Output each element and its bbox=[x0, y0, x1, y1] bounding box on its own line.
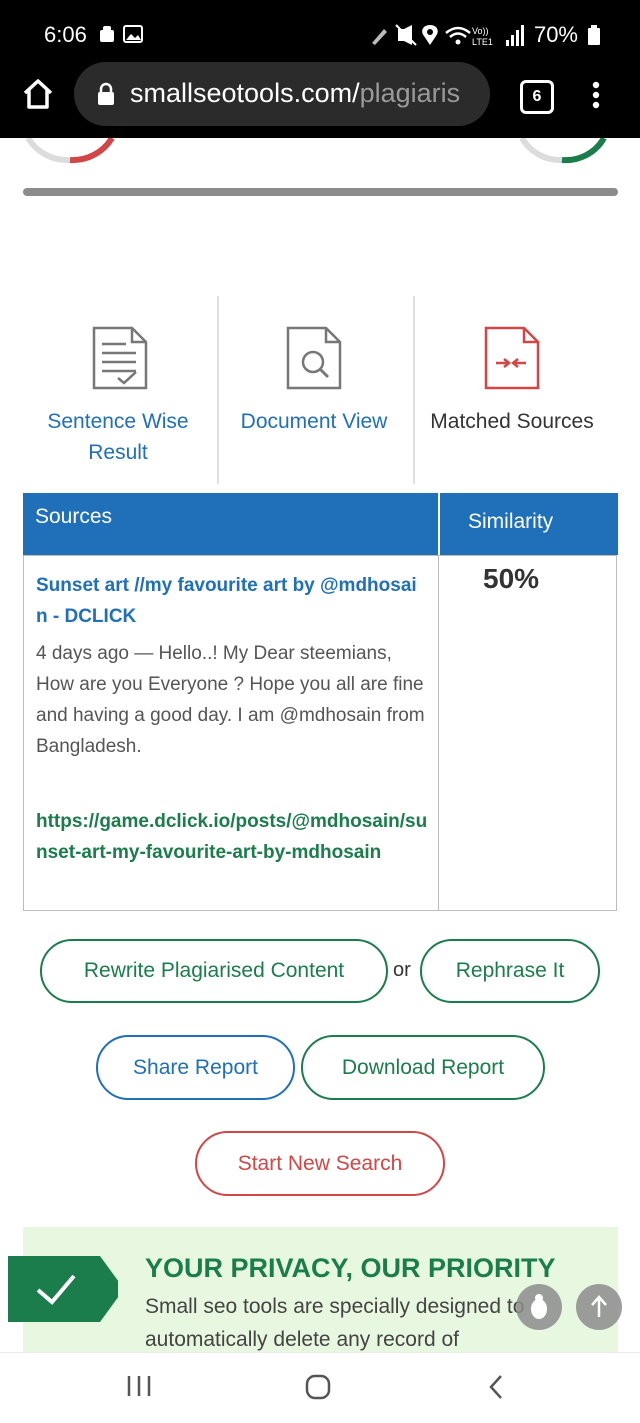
home-icon[interactable] bbox=[22, 78, 54, 110]
tab-label: Matched Sources bbox=[430, 410, 594, 433]
rewrite-plagiarised-content-button[interactable]: Rewrite Plagiarised Content bbox=[40, 939, 388, 1003]
unique-gauge bbox=[519, 138, 607, 164]
progress-bar bbox=[23, 188, 618, 196]
scroll-to-top-button[interactable] bbox=[576, 1284, 622, 1330]
bug-report-button[interactable] bbox=[516, 1284, 562, 1330]
matched-sources-icon bbox=[484, 326, 540, 390]
plagiarism-gauge bbox=[25, 138, 115, 164]
column-header-sources: Sources bbox=[35, 505, 113, 528]
or-label: or bbox=[393, 959, 411, 981]
source-title-link[interactable]: Sunset art //my favourite art by @mdhosa… bbox=[36, 570, 426, 632]
column-header-similarity: Similarity bbox=[468, 510, 554, 533]
url-text[interactable]: smallseotools.com/plagiaris bbox=[130, 78, 460, 109]
svg-text:Vo)): Vo)) bbox=[472, 26, 489, 36]
source-description: 4 days ago — Hello..! My Dear steemians,… bbox=[36, 643, 425, 757]
tab-label: Sentence Wise Result bbox=[47, 410, 189, 464]
check-ribbon-icon bbox=[8, 1256, 118, 1322]
tab-switcher-button[interactable]: 6 bbox=[520, 80, 554, 114]
similarity-value: 50% bbox=[483, 563, 540, 594]
battery-icon bbox=[588, 25, 600, 45]
home-nav-icon[interactable] bbox=[304, 1373, 332, 1401]
lock-icon bbox=[98, 82, 114, 105]
url-domain: smallseotools.com/ bbox=[130, 78, 360, 108]
status-icons: Vo)) LTE1 bbox=[371, 24, 493, 47]
notification-icons bbox=[100, 25, 143, 43]
rephrase-it-button[interactable]: Rephrase It bbox=[420, 939, 600, 1003]
privacy-title: YOUR PRIVACY, OUR PRIORITY bbox=[145, 1253, 556, 1283]
status-time: 6:06 bbox=[44, 22, 87, 47]
recent-apps-icon[interactable] bbox=[126, 1374, 152, 1398]
bug-icon bbox=[531, 1294, 547, 1319]
tab-matched-sources[interactable]: Matched Sources bbox=[414, 296, 610, 486]
back-icon[interactable] bbox=[486, 1373, 506, 1401]
svg-text:LTE1: LTE1 bbox=[472, 37, 493, 47]
status-right: Vo)) LTE1 70% bbox=[368, 22, 600, 48]
header-divider bbox=[438, 493, 440, 555]
url-path: plagiaris bbox=[359, 78, 461, 108]
arrow-up-icon bbox=[591, 1295, 607, 1317]
source-url-link[interactable]: https://game.dclick.io/posts/@mdhosain/s… bbox=[36, 806, 431, 868]
document-check-icon bbox=[92, 326, 148, 390]
more-menu-icon[interactable] bbox=[590, 80, 602, 110]
start-new-search-button[interactable]: Start New Search bbox=[195, 1131, 445, 1196]
document-search-icon bbox=[286, 326, 342, 390]
battery-level: 70% bbox=[533, 22, 578, 47]
signal-icon bbox=[505, 25, 524, 46]
cell-divider bbox=[438, 555, 439, 911]
download-report-button[interactable]: Download Report bbox=[301, 1035, 545, 1100]
tab-label: Document View bbox=[240, 410, 388, 433]
share-report-button[interactable]: Share Report bbox=[96, 1035, 295, 1100]
tab-document-view[interactable]: Document View bbox=[216, 296, 412, 486]
tab-sentence-wise-result[interactable]: Sentence Wise Result bbox=[20, 296, 216, 486]
